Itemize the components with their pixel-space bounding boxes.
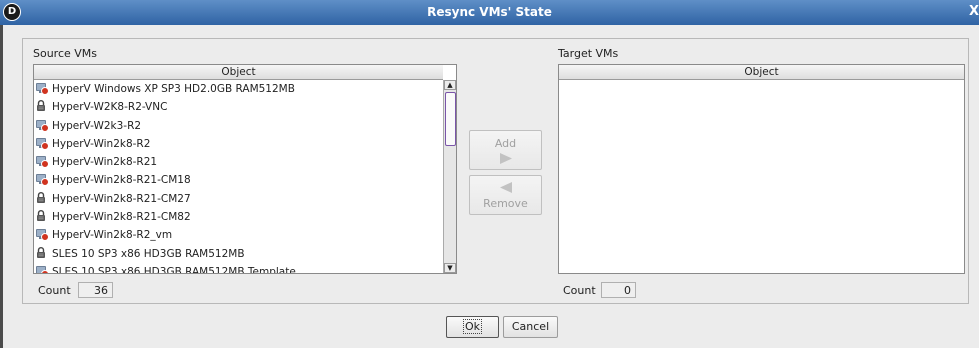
vm-name: HyperV-Win2k8-R21-CM82 <box>52 211 191 224</box>
add-button[interactable]: Add <box>469 130 542 170</box>
vm-template-icon <box>36 119 49 132</box>
vm-template-icon <box>36 82 49 95</box>
vm-name: HyperV-W2K8-R2-VNC <box>52 101 168 114</box>
vm-name: SLES 10 SP3 x86 HD3GB RAM512MB <box>52 247 245 260</box>
list-item[interactable]: HyperV-W2k3-R2 <box>34 117 443 135</box>
cancel-button-label: Cancel <box>511 320 550 333</box>
arrow-right-icon <box>499 153 512 164</box>
list-item[interactable]: HyperV-Win2k8-R21-CM82 <box>34 208 443 226</box>
vm-name: SLES 10 SP3 x86 HD3GB RAM512MB Template <box>52 265 296 274</box>
window-left-edge <box>0 25 3 348</box>
vm-name: HyperV-Win2k8-R2_vm <box>52 229 173 242</box>
vm-name: HyperV-W2k3-R2 <box>52 119 142 132</box>
list-item[interactable]: HyperV-Win2k8-R21 <box>34 153 443 171</box>
vm-locked-icon <box>36 191 48 204</box>
source-vms-label: Source VMs <box>33 47 98 60</box>
target-count-label: Count <box>563 284 596 297</box>
cancel-button[interactable]: Cancel <box>503 316 558 338</box>
vm-locked-icon <box>36 246 48 259</box>
vm-name: HyperV-Win2k8-R21-CM27 <box>52 192 191 205</box>
vm-name: HyperV-Win2k8-R21 <box>52 156 158 169</box>
vm-template-icon <box>36 155 49 169</box>
list-item[interactable]: SLES 10 SP3 x86 HD3GB RAM512MB <box>34 245 443 263</box>
vm-name: HyperV-Win2k8-R2 <box>52 137 151 150</box>
target-vms-table[interactable]: Object <box>558 64 965 274</box>
arrow-left-icon <box>499 182 512 193</box>
resync-dialog: D Resync VMs' State X Source VMs Object … <box>0 0 979 348</box>
vm-template-icon <box>36 173 49 187</box>
vm-locked-icon <box>36 210 48 222</box>
scroll-down-arrow-icon[interactable]: ▼ <box>444 263 456 273</box>
list-item[interactable]: HyperV-Win2k8-R2 <box>34 135 443 153</box>
source-vms-list: HyperV Windows XP SP3 HD2.0GB RAM512MB Hy… <box>34 80 456 274</box>
ok-button-label: Ok <box>462 319 483 334</box>
add-button-label: Add <box>494 137 517 150</box>
target-count-value: 0 <box>601 282 636 298</box>
target-vms-label: Target VMs <box>558 47 619 60</box>
close-icon[interactable]: X <box>969 3 979 21</box>
vm-template-icon <box>36 228 49 242</box>
remove-button-label: Remove <box>483 197 528 210</box>
source-count-label: Count <box>38 284 71 297</box>
source-vms-table[interactable]: Object HyperV Windows XP SP3 HD2.0GB RAM… <box>33 64 457 274</box>
window-title: Resync VMs' State <box>427 5 552 19</box>
list-item[interactable]: HyperV-Win2k8-R21-CM27 <box>34 190 443 208</box>
list-item[interactable]: HyperV-W2K8-R2-VNC <box>34 98 443 116</box>
list-item[interactable]: HyperV-Win2k8-R21-CM18 <box>34 171 443 189</box>
remove-button[interactable]: Remove <box>469 175 542 215</box>
ok-button[interactable]: Ok <box>446 316 499 338</box>
list-item[interactable]: HyperV-Win2k8-R2_vm <box>34 226 443 244</box>
scroll-thumb[interactable] <box>445 92 456 146</box>
target-object-column-header[interactable]: Object <box>559 65 964 80</box>
vm-template-icon <box>36 137 49 150</box>
vm-locked-icon <box>36 100 48 112</box>
title-bar[interactable]: D Resync VMs' State X <box>0 0 979 25</box>
list-item[interactable]: HyperV Windows XP SP3 HD2.0GB RAM512MB <box>34 80 443 98</box>
vm-name: HyperV Windows XP SP3 HD2.0GB RAM512MB <box>52 83 295 95</box>
source-scrollbar[interactable]: ▲ ▼ <box>443 80 456 273</box>
scroll-up-arrow-icon[interactable]: ▲ <box>444 80 456 90</box>
list-item[interactable]: SLES 10 SP3 x86 HD3GB RAM512MB Template <box>34 263 443 274</box>
source-object-column-header[interactable]: Object <box>34 65 443 80</box>
source-count-value: 36 <box>78 282 113 298</box>
vm-name: HyperV-Win2k8-R21-CM18 <box>52 174 191 187</box>
vm-template-icon <box>36 265 49 273</box>
